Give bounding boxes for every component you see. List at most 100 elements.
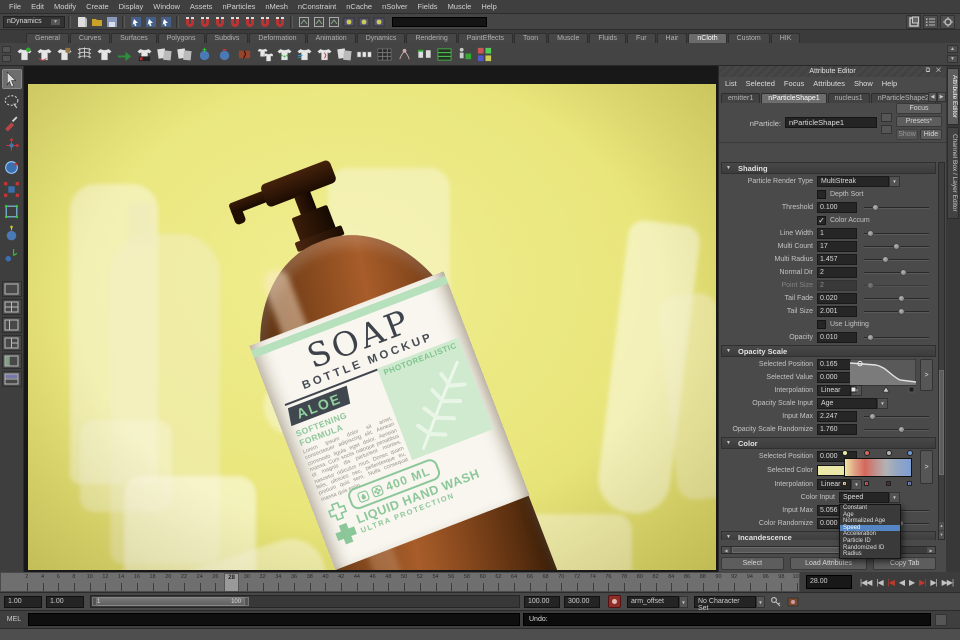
opacity-scale-header[interactable]: Opacity Scale (721, 345, 936, 357)
shirt-pvt-icon[interactable] (135, 45, 153, 63)
viewport-panel[interactable]: SOAP BOTTLE MOCKUP ALOE SOFTENING FORMUL… (24, 66, 718, 572)
ramp-marker[interactable] (864, 450, 870, 456)
save-scene-icon[interactable] (105, 15, 118, 28)
tail-fade-field[interactable]: 0.020 (817, 293, 857, 304)
multi-radius-field[interactable]: 1.457 (817, 254, 857, 265)
menu-edit[interactable]: Edit (26, 2, 49, 11)
scroll-up-arrow[interactable]: ▲ (939, 522, 944, 530)
select-button[interactable]: Select (721, 557, 784, 570)
split-left-layout[interactable] (2, 317, 22, 333)
render-type-dropdown[interactable]: MultiStreak ▼ (817, 176, 900, 187)
docs-cache-icon[interactable] (155, 45, 173, 63)
boxes-pair-icon[interactable] (415, 45, 433, 63)
incandescence-header[interactable]: Incandescence (721, 531, 936, 540)
script-editor-icon[interactable] (935, 614, 947, 626)
os-randomize-field[interactable]: 1.760 (817, 424, 857, 435)
ae-menu-focus[interactable]: Focus (784, 79, 804, 88)
menu-display[interactable]: Display (114, 2, 149, 11)
select-tool[interactable] (2, 69, 22, 89)
ramp-delete-marker[interactable]: ✕ (842, 481, 847, 486)
dropdown-option-radius[interactable]: Radius (840, 551, 900, 558)
shelf-tab-dynamics[interactable]: Dynamics (357, 33, 406, 43)
snap-center-icon[interactable] (273, 15, 286, 28)
opacity-ramp-expand-button[interactable]: > (920, 359, 933, 391)
step-forward-button[interactable]: ▶| (930, 578, 936, 587)
dropdown-option-speed[interactable]: Speed (840, 525, 900, 532)
opacity-field[interactable]: 0.010 (817, 332, 857, 343)
dropdown-option-constant[interactable]: Constant (840, 505, 900, 512)
shirt-wind-icon[interactable] (295, 45, 313, 63)
menu-muscle[interactable]: Muscle (443, 2, 477, 11)
snap-grid-icon[interactable] (183, 15, 196, 28)
prev-key-button[interactable]: |◀ (888, 578, 894, 587)
tail-fade-slider[interactable] (864, 293, 929, 304)
ramp-delete-marker[interactable]: ✕ (864, 481, 869, 486)
menu-set-dropdown[interactable]: nDynamics ▼ (3, 16, 65, 28)
sidebar-gear-icon[interactable] (940, 15, 955, 29)
rotate-tool[interactable] (2, 157, 22, 177)
history-on-icon[interactable] (312, 15, 325, 28)
make-live-icon[interactable] (297, 15, 310, 28)
range-slider[interactable]: 1 100 (90, 595, 520, 608)
multi-radius-slider[interactable] (864, 254, 929, 265)
ae-tab-emitter1[interactable]: emitter1 (721, 93, 760, 103)
ae-tab-nucleus1[interactable]: nucleus1 (828, 93, 870, 103)
range-end-handle[interactable] (244, 597, 249, 606)
shelf-tab-fur[interactable]: Fur (627, 33, 656, 43)
menu-ncache[interactable]: nCache (341, 2, 377, 11)
tab-attribute-editor[interactable]: Attribute Editor (947, 68, 959, 125)
soft-mod-tool[interactable] (2, 223, 22, 243)
hide-button[interactable]: Hide (920, 129, 942, 140)
single-pane-layout[interactable] (2, 281, 22, 297)
opacity-slider[interactable] (864, 332, 929, 343)
tail-size-slider[interactable] (864, 306, 929, 317)
snap-point-icon[interactable] (213, 15, 226, 28)
timeline-ruler[interactable]: 2468101214161820222426303234363840424446… (0, 572, 800, 592)
quick-rename-field[interactable] (392, 17, 487, 27)
select-object-icon[interactable] (144, 15, 157, 28)
os-input-max-field[interactable]: 2.247 (817, 411, 857, 422)
multi-count-slider[interactable] (864, 241, 929, 252)
vertical-scrollbar[interactable]: ▲ ▼ (938, 162, 945, 540)
dropdown-option-particle-id[interactable]: Particle ID (840, 538, 900, 545)
ramp-delete-marker[interactable]: ✕ (907, 481, 912, 486)
range-start-handle[interactable] (92, 597, 97, 606)
select-hierarchy-icon[interactable] (129, 15, 142, 28)
dropdown-option-acceleration[interactable]: Acceleration (840, 531, 900, 538)
shirt-points-icon[interactable] (275, 45, 293, 63)
animation-preferences-icon[interactable] (786, 595, 799, 608)
menu-nparticles[interactable]: nParticles (217, 2, 260, 11)
ae-menu-list[interactable]: List (725, 79, 737, 88)
scroll-left-arrow[interactable]: ◀ (722, 547, 730, 553)
snap-curve-icon[interactable] (198, 15, 211, 28)
dropdown-option-normalized-age[interactable]: Normalized Age (840, 518, 900, 525)
shirt-plain-icon[interactable] (95, 45, 113, 63)
close-icon[interactable]: ✕ (936, 67, 943, 74)
expand-node-button[interactable] (881, 125, 892, 134)
color-ramp-expand-button[interactable]: > (920, 450, 933, 484)
ae-menu-attributes[interactable]: Attributes (813, 79, 845, 88)
scroll-right-arrow[interactable]: ▶ (927, 547, 935, 553)
timeline-playhead[interactable]: 28 (224, 573, 239, 592)
node-name-field[interactable]: nParticleShape1 (785, 117, 877, 128)
go-to-start-button[interactable]: |◀◀ (860, 578, 871, 587)
ramp-marker[interactable] (842, 450, 848, 456)
command-language-toggle[interactable]: MEL (0, 616, 28, 623)
menu-modify[interactable]: Modify (49, 2, 81, 11)
sidebar-box-icon[interactable] (906, 15, 921, 29)
multi-count-field[interactable]: 17 (817, 241, 857, 252)
animation-start-field[interactable]: 1.00 (4, 596, 42, 608)
line-width-slider[interactable] (864, 228, 929, 239)
copy-tab-button[interactable]: Copy Tab (873, 557, 936, 570)
tab-scroll-right[interactable]: ▶ (937, 92, 946, 102)
menu-nsolver[interactable]: nSolver (377, 2, 412, 11)
ae-menu-show[interactable]: Show (854, 79, 873, 88)
shading-header[interactable]: Shading (721, 162, 936, 174)
ae-tab-nParticleShape1[interactable]: nParticleShape1 (761, 93, 826, 103)
docs-delete-icon[interactable] (175, 45, 193, 63)
color-ramp-widget[interactable]: ✕ ✕ ✕ ✕ (840, 450, 916, 486)
ae-menu-help[interactable]: Help (882, 79, 897, 88)
docs-pvs-icon[interactable] (335, 45, 353, 63)
four-pane-layout[interactable] (2, 299, 22, 315)
next-key-button[interactable]: ▶| (919, 578, 925, 587)
